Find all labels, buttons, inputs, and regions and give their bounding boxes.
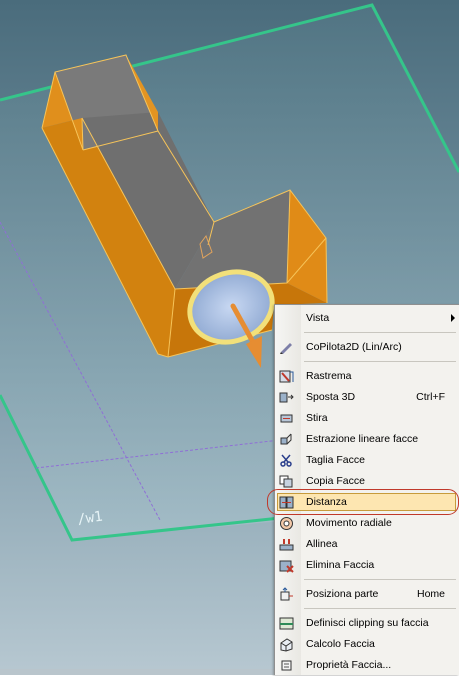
menu-item-label: Vista [306, 312, 330, 324]
menu-item-allinea[interactable]: Allinea [275, 534, 459, 555]
menu-item-calcolo-faccia[interactable]: Calcolo Faccia [275, 634, 459, 655]
menu-item-stira[interactable]: Stira [275, 408, 459, 429]
menu-item-estrazione-lineare-facce[interactable]: Estrazione lineare facce [275, 429, 459, 450]
menu-separator [304, 361, 456, 362]
highlight-annotation [267, 489, 459, 515]
face-properties-icon [279, 658, 294, 673]
menu-item-vista[interactable]: Vista [275, 308, 459, 329]
menu-separator [304, 608, 456, 609]
clipping-icon [279, 616, 294, 631]
taper-icon [279, 369, 294, 384]
menu-item-label: Posiziona parte [306, 588, 379, 600]
copy-faces-icon [279, 474, 294, 489]
menu-item-shortcut: Ctrl+F [416, 391, 445, 403]
copilot-pen-icon [279, 340, 294, 355]
face-calc-icon [279, 637, 294, 652]
stretch-icon [279, 411, 294, 426]
menu-item-label: Proprietà Faccia... [306, 659, 392, 671]
menu-item-shortcut: Home [416, 588, 445, 600]
menu-item-label: Taglia Facce [306, 454, 365, 466]
menu-item-label: Sposta 3D [306, 391, 356, 403]
menu-item-posiziona-parte[interactable]: Posiziona parte Home [275, 584, 459, 605]
menu-item-movimento-radiale[interactable]: Movimento radiale [275, 513, 459, 534]
status-strip [0, 669, 274, 675]
delete-face-icon [279, 558, 294, 573]
menu-item-copilota2d-lin-arc[interactable]: CoPilota2D (Lin/Arc) [275, 337, 459, 358]
menu-item-label: Rastrema [306, 370, 352, 382]
menu-item-label: CoPilota2D (Lin/Arc) [306, 341, 402, 353]
menu-item-label: Estrazione lineare facce [306, 433, 419, 445]
extrude-faces-icon [279, 432, 294, 447]
menu-item-rastrema[interactable]: Rastrema [275, 366, 459, 387]
menu-item-propriet-faccia[interactable]: Proprietà Faccia... [275, 655, 459, 676]
menu-item-label: Allinea [306, 538, 338, 550]
menu-item-label: Copia Facce [306, 475, 365, 487]
position-part-icon [279, 587, 294, 602]
menu-separator [304, 579, 456, 580]
menu-item-definisci-clipping-su-faccia[interactable]: Definisci clipping su faccia [275, 613, 459, 634]
menu-item-label: Definisci clipping su faccia [306, 617, 429, 629]
menu-item-label: Calcolo Faccia [306, 638, 375, 650]
move-3d-icon [279, 390, 294, 405]
cut-faces-icon [279, 453, 294, 468]
align-icon [279, 537, 294, 552]
menu-item-label: Elimina Faccia [306, 559, 375, 571]
menu-item-label: Movimento radiale [306, 517, 392, 529]
submenu-arrow-icon [451, 314, 455, 322]
radial-move-icon [279, 516, 294, 531]
menu-item-taglia-facce[interactable]: Taglia Facce [275, 450, 459, 471]
menu-item-elimina-faccia[interactable]: Elimina Faccia [275, 555, 459, 576]
menu-separator [304, 332, 456, 333]
menu-item-sposta-3d[interactable]: Sposta 3D Ctrl+F [275, 387, 459, 408]
menu-item-label: Stira [306, 412, 328, 424]
